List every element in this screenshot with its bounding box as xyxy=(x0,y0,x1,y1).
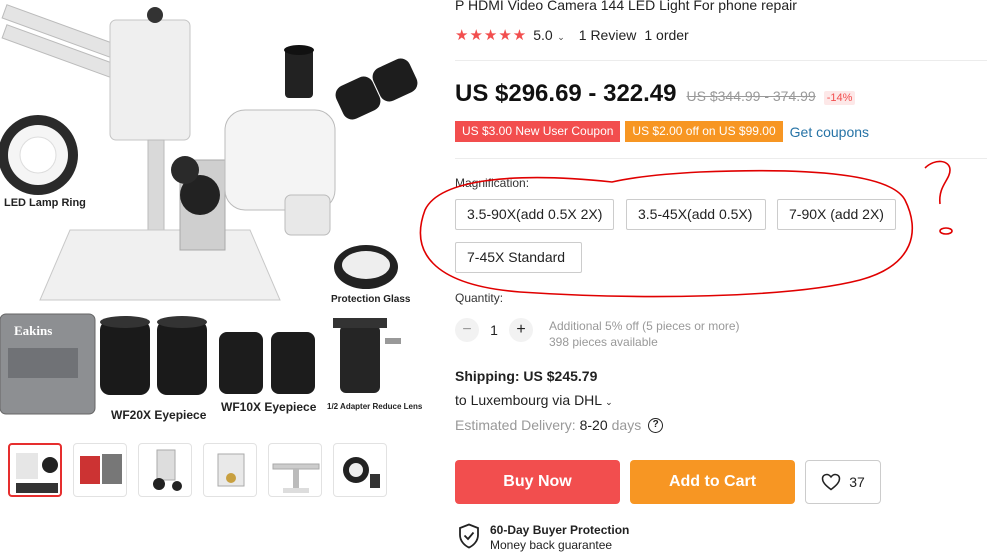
shipping-destination: to Luxembourg via DHL xyxy=(455,392,603,408)
quantity-input[interactable]: 1 xyxy=(479,318,509,342)
thumbnail-3[interactable] xyxy=(138,443,192,497)
label-wf10x-eyepiece: WF10X Eyepiece xyxy=(221,400,317,414)
price-row: US $296.69 - 322.49 US $344.99 - 374.99 … xyxy=(455,80,856,108)
buy-now-button[interactable]: Buy Now xyxy=(455,460,620,504)
quantity-stepper: − 1 + Additional 5% off (5 pieces or mor… xyxy=(455,318,740,350)
quantity-plus-button[interactable]: + xyxy=(509,318,533,342)
quantity-info: Additional 5% off (5 pieces or more) 398… xyxy=(549,318,740,350)
delivery-days: 8-20 xyxy=(579,417,608,433)
quantity-label: Quantity: xyxy=(455,291,504,305)
protection-subtitle: Money back guarantee xyxy=(490,538,613,552)
label-protection-glass: Protection Glass xyxy=(331,294,411,305)
divider xyxy=(455,60,987,61)
shield-check-icon xyxy=(459,523,479,549)
sku-option-7-90x[interactable]: 7-90X (add 2X) xyxy=(777,199,896,230)
original-price: US $344.99 - 374.99 xyxy=(686,88,816,104)
discount-badge: -14% xyxy=(823,91,856,105)
buyer-protection: 60-Day Buyer Protection Money back guara… xyxy=(458,523,629,553)
thumbnail-2[interactable] xyxy=(73,443,127,497)
thumbnail-4[interactable] xyxy=(203,443,257,497)
label-wf20x-eyepiece: WF20X Eyepiece xyxy=(111,408,207,422)
new-user-coupon[interactable]: US $3.00 New User Coupon xyxy=(455,121,621,142)
annotation-question-dot xyxy=(939,227,953,235)
product-title: P HDMI Video Camera 144 LED Light For ph… xyxy=(455,0,797,13)
rating-score[interactable]: 5.0 ⌄ xyxy=(533,27,565,43)
rating-row: ★★★★★ 5.0 ⌄ 1 Review 1 order xyxy=(455,26,689,44)
sku-option-3-5-45x[interactable]: 3.5-45X(add 0.5X) xyxy=(626,199,766,230)
coupon-row: US $3.00 New User Coupon US $2.00 off on… xyxy=(455,121,869,142)
chevron-down-icon: ⌄ xyxy=(605,397,613,407)
thumbnail-6[interactable] xyxy=(333,443,387,497)
reviews-link[interactable]: 1 Review xyxy=(579,27,637,43)
sku-option-3-5-90x[interactable]: 3.5-90X(add 0.5X 2X) xyxy=(455,199,614,230)
heart-icon xyxy=(821,473,841,491)
store-coupon[interactable]: US $2.00 off on US $99.00 xyxy=(625,121,783,142)
thumbnail-1[interactable] xyxy=(8,443,62,497)
annotation-question-mark xyxy=(924,160,951,205)
orders-count: 1 order xyxy=(644,27,689,43)
chevron-down-icon: ⌄ xyxy=(554,32,565,42)
estimated-delivery: Estimated Delivery: 8-20 days ? xyxy=(455,417,664,433)
divider xyxy=(455,158,987,159)
delivery-unit: days xyxy=(611,417,642,433)
protection-title: 60-Day Buyer Protection xyxy=(490,523,630,537)
label-adapter-lens: 1/2 Adapter Reduce Lens xyxy=(327,402,423,411)
rating-value: 5.0 xyxy=(533,27,553,43)
delivery-label: Estimated Delivery: xyxy=(455,417,576,433)
get-coupons-link[interactable]: Get coupons xyxy=(790,124,869,140)
current-price: US $296.69 - 322.49 xyxy=(455,80,677,107)
stock-available: 398 pieces available xyxy=(549,335,658,349)
add-to-cart-button[interactable]: Add to Cart xyxy=(630,460,795,504)
quantity-minus-button[interactable]: − xyxy=(455,318,479,342)
microscope-illustration: Eakins xyxy=(0,4,418,415)
wishlist-button[interactable]: 37 xyxy=(805,460,881,504)
magnification-label: Magnification: xyxy=(455,176,530,190)
main-product-image[interactable]: Eakins LED Lamp Ring Protection Glass WF… xyxy=(0,0,436,432)
bulk-discount-note: Additional 5% off (5 pieces or more) xyxy=(549,319,740,333)
label-lamp-ring: LED Lamp Ring xyxy=(4,197,86,209)
sku-option-7-45x-standard[interactable]: 7-45X Standard xyxy=(455,242,582,273)
shipping-destination-selector[interactable]: to Luxembourg via DHL ⌄ xyxy=(455,392,613,408)
thumbnail-5[interactable] xyxy=(268,443,322,497)
svg-text:Eakins: Eakins xyxy=(14,323,52,338)
thumbnail-strip xyxy=(8,443,387,497)
shipping-cost: Shipping: US $245.79 xyxy=(455,368,598,384)
help-circle-icon[interactable]: ? xyxy=(648,417,664,433)
rating-stars: ★★★★★ xyxy=(455,27,528,44)
wishlist-count: 37 xyxy=(849,474,865,490)
